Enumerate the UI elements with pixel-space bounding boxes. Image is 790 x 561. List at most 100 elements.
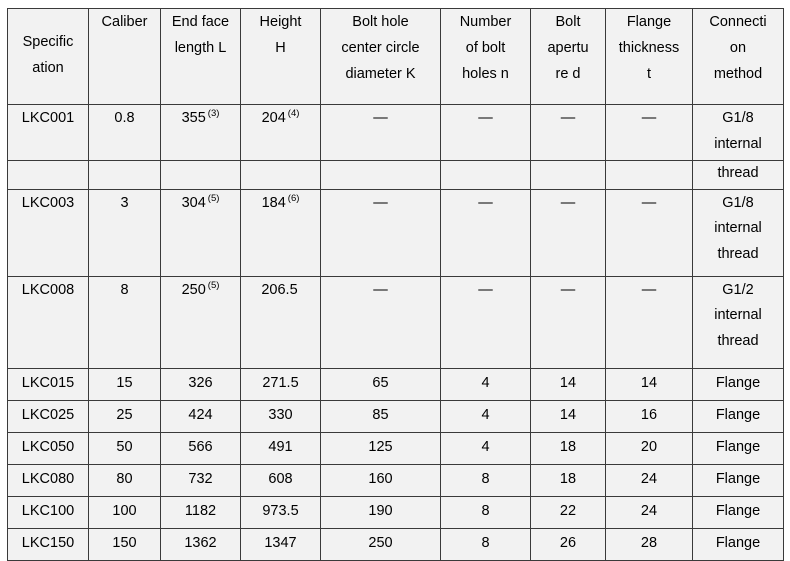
cell-specification: LKC050 — [7, 431, 89, 465]
cell-bolt-holes: 4 — [440, 431, 531, 465]
cell-end-face-length: 250 (5) — [160, 275, 241, 369]
cell-height: 206.5 — [240, 275, 321, 369]
cell-specification: LKC080 — [7, 463, 89, 497]
cell-height: 1347 — [240, 527, 321, 561]
cell-caliber: 150 — [88, 527, 161, 561]
header-line: method — [713, 65, 763, 82]
column-header-caliber: Caliber — [88, 8, 161, 105]
header-line: t — [646, 65, 652, 82]
header-line: on — [729, 39, 747, 56]
column-header-height: Height H — [240, 8, 321, 105]
cell-height: 330 — [240, 399, 321, 433]
cell-bolt-aperture: 26 — [530, 527, 606, 561]
cell-flange-thickness: 20 — [605, 431, 693, 465]
connection-line: G1/8 — [722, 194, 754, 211]
cell-bolt-aperture: 14 — [530, 399, 606, 433]
connection-line: thread — [717, 333, 759, 350]
cell-bolt-aperture: — — [530, 104, 606, 161]
cell-bolt-hole-circle: 160 — [320, 463, 441, 497]
cell-height: 271.5 — [240, 367, 321, 401]
cell-end-face-length: 1182 — [160, 495, 241, 529]
cell-connection-method: G1/8 internal thread — [692, 188, 784, 277]
table-row: LKC001 0.8 355 (3) 204 (4) — — — — G1/8 in… — [7, 104, 784, 161]
cell-height: 184 (6) — [240, 188, 321, 277]
cell-connection-method: Flange — [692, 399, 784, 433]
cell-caliber: 25 — [88, 399, 161, 433]
cell-end-face-length: 1362 — [160, 527, 241, 561]
footnote-marker: (5) — [207, 279, 220, 291]
cell-end-face-length: 355 (3) — [160, 104, 241, 161]
cell-flange-thickness: 24 — [605, 495, 693, 529]
cell-specification: LKC003 — [7, 188, 89, 277]
connection-line: internal — [714, 220, 762, 237]
cell-bolt-hole-circle: 65 — [320, 367, 441, 401]
cell-height — [240, 159, 321, 190]
cell-bolt-aperture: 14 — [530, 367, 606, 401]
value: 184 — [261, 194, 286, 211]
cell-flange-thickness: 24 — [605, 463, 693, 497]
header-line: End face — [171, 14, 230, 30]
cell-bolt-holes: 8 — [440, 463, 531, 497]
cell-flange-thickness: 28 — [605, 527, 693, 561]
cell-caliber: 8 — [88, 275, 161, 369]
cell-bolt-holes: 8 — [440, 495, 531, 529]
header-line: holes n — [462, 65, 509, 82]
cell-specification — [7, 159, 89, 190]
value: 250 — [181, 281, 206, 298]
cell-flange-thickness: 16 — [605, 399, 693, 433]
header-line: Specific — [22, 34, 74, 51]
value: 304 — [181, 194, 206, 211]
cell-bolt-holes: 4 — [440, 367, 531, 401]
cell-bolt-hole-circle: 125 — [320, 431, 441, 465]
cell-end-face-length: 326 — [160, 367, 241, 401]
table-row: LKC080 80 732 608 160 8 18 24 Flange — [7, 463, 784, 497]
cell-bolt-holes: — — [440, 104, 531, 161]
header-line: Bolt hole — [352, 14, 409, 30]
table-row-continuation: thread — [7, 159, 784, 190]
cell-connection-method: thread — [692, 159, 784, 190]
cell-caliber: 50 — [88, 431, 161, 465]
header-line: Bolt — [555, 14, 581, 30]
cell-bolt-aperture: 18 — [530, 463, 606, 497]
table-header-row: Specific ation Caliber End face length L… — [7, 8, 784, 105]
value: 206.5 — [261, 281, 298, 298]
cell-specification: LKC100 — [7, 495, 89, 529]
cell-connection-method: Flange — [692, 367, 784, 401]
cell-flange-thickness — [605, 159, 693, 190]
header-line: thickness — [618, 39, 680, 56]
cell-specification: LKC015 — [7, 367, 89, 401]
cell-specification: LKC025 — [7, 399, 89, 433]
cell-caliber: 0.8 — [88, 104, 161, 161]
cell-bolt-hole-circle: 250 — [320, 527, 441, 561]
cell-flange-thickness: 14 — [605, 367, 693, 401]
header-line: re d — [555, 65, 581, 82]
column-header-number-of-bolt-holes: Number of bolt holes n — [440, 8, 531, 105]
cell-height: 491 — [240, 431, 321, 465]
cell-bolt-hole-circle: 85 — [320, 399, 441, 433]
cell-bolt-aperture: 22 — [530, 495, 606, 529]
header-line: center circle — [341, 39, 420, 56]
cell-flange-thickness: — — [605, 275, 693, 369]
column-header-specification: Specific ation — [7, 8, 89, 105]
header-line: Connecti — [709, 14, 767, 30]
specification-table-container: Specific ation Caliber End face length L… — [7, 8, 784, 561]
cell-connection-method: Flange — [692, 463, 784, 497]
cell-specification: LKC001 — [7, 104, 89, 161]
footnote-marker: (5) — [207, 192, 220, 204]
footnote-marker: (3) — [207, 108, 220, 120]
header-line: length L — [174, 39, 227, 56]
cell-connection-method: G1/2 internal thread — [692, 275, 784, 369]
value: 204 — [261, 110, 286, 126]
header-line: Caliber — [101, 14, 148, 30]
table-row: LKC008 8 250 (5) 206.5 — — — — G1/2 inter… — [7, 275, 784, 369]
cell-bolt-holes: 4 — [440, 399, 531, 433]
cell-bolt-aperture: — — [530, 188, 606, 277]
cell-caliber: 3 — [88, 188, 161, 277]
cell-bolt-hole-circle: 190 — [320, 495, 441, 529]
connection-line: internal — [714, 135, 762, 152]
header-line: H — [275, 39, 286, 56]
column-header-bolt-hole-center-circle-diameter: Bolt hole center circle diameter K — [320, 8, 441, 105]
cell-end-face-length: 424 — [160, 399, 241, 433]
column-header-bolt-aperture: Bolt apertu re d — [530, 8, 606, 105]
table-row: LKC015 15 326 271.5 65 4 14 14 Flange — [7, 367, 784, 401]
